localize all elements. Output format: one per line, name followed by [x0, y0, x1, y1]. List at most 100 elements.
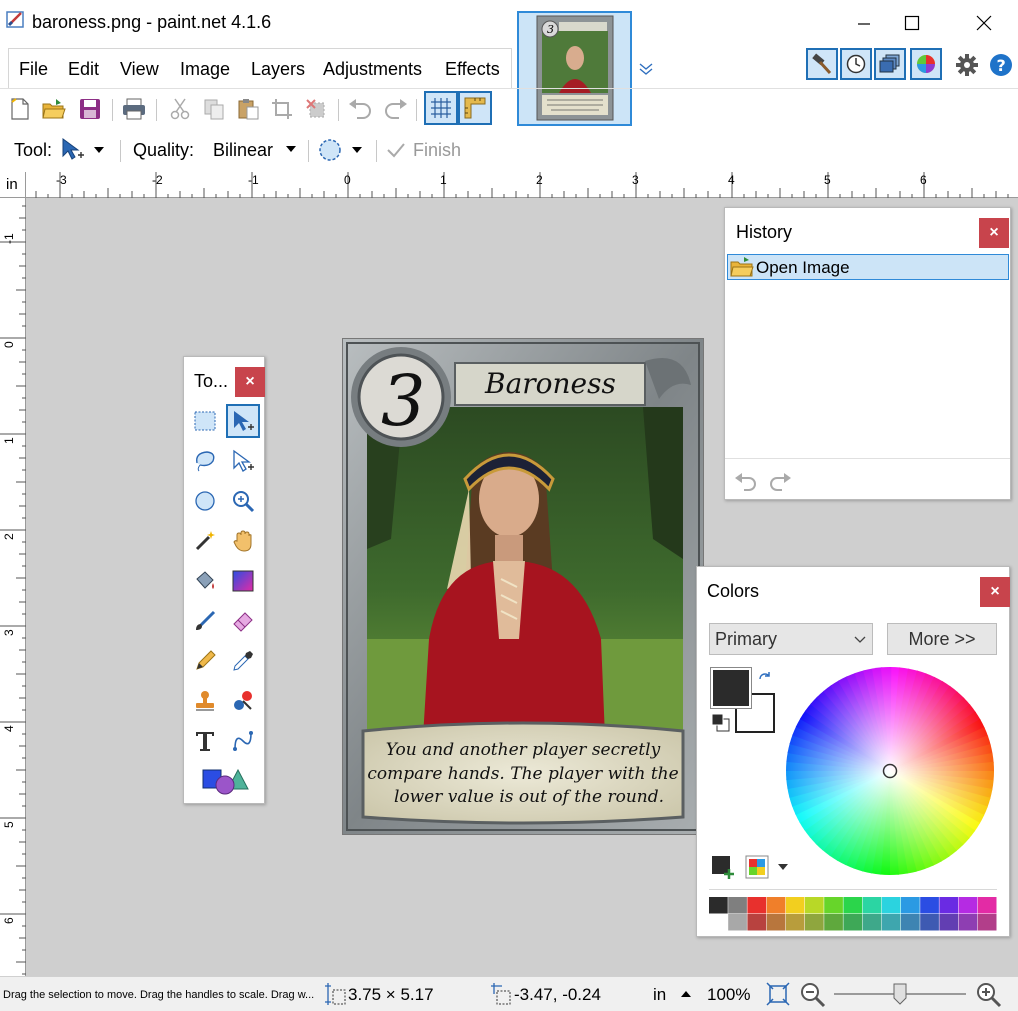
palette-swatch[interactable] — [958, 897, 978, 914]
shapes-tool[interactable] — [198, 764, 252, 798]
primary-secondary-selector[interactable]: Primary — [709, 623, 873, 655]
palette-swatch[interactable] — [824, 914, 843, 931]
menu-view[interactable]: View — [120, 59, 159, 80]
new-image-button[interactable] — [6, 95, 34, 123]
maximize-button[interactable] — [890, 6, 934, 40]
history-redo-icon[interactable] — [767, 472, 793, 492]
palette-swatch[interactable] — [939, 897, 959, 914]
settings-button[interactable] — [954, 52, 980, 78]
palette-swatch[interactable] — [785, 897, 805, 914]
baroness-card-image[interactable]: 3 Baroness You and another player secret… — [342, 338, 704, 835]
palette-swatch[interactable] — [977, 897, 997, 914]
swap-colors-icon[interactable] — [757, 671, 773, 687]
palette-swatch[interactable] — [728, 914, 747, 931]
pencil-tool[interactable] — [188, 644, 222, 678]
zoom-out-icon[interactable] — [800, 982, 826, 1008]
crop-to-selection-button[interactable] — [268, 95, 296, 123]
palette-swatch[interactable] — [709, 897, 728, 914]
tools-panel-toggle[interactable] — [806, 48, 838, 80]
quality-dropdown[interactable]: Bilinear — [213, 140, 273, 161]
paintbrush-tool[interactable] — [188, 604, 222, 638]
move-selected-pixels-tool[interactable] — [226, 404, 260, 438]
zoom-slider-thumb[interactable] — [892, 983, 908, 1005]
finish-button[interactable]: Finish — [413, 140, 461, 161]
palette-swatch[interactable] — [881, 897, 901, 914]
cut-button[interactable] — [166, 95, 194, 123]
palette-swatch[interactable] — [843, 914, 863, 931]
palette-swatch[interactable] — [977, 914, 997, 931]
close-button[interactable] — [962, 6, 1006, 40]
deselect-button[interactable] — [302, 95, 330, 123]
history-panel-toggle[interactable] — [840, 48, 872, 80]
palette-swatch[interactable] — [920, 914, 939, 931]
colors-panel-close-button[interactable]: × — [980, 577, 1010, 607]
print-button[interactable] — [120, 95, 148, 123]
menu-effects[interactable]: Effects — [445, 59, 500, 80]
rectangle-select-tool[interactable] — [188, 404, 222, 438]
palette-swatch[interactable] — [958, 914, 978, 931]
palette-swatch[interactable] — [862, 914, 882, 931]
palette-swatch[interactable] — [805, 897, 824, 914]
history-item-open-image[interactable]: Open Image — [727, 254, 1009, 280]
move-selection-tool[interactable] — [226, 444, 260, 478]
copy-button[interactable] — [200, 95, 228, 123]
layers-panel-toggle[interactable] — [874, 48, 906, 80]
paint-bucket-tool[interactable] — [188, 564, 222, 598]
history-panel-close-button[interactable]: × — [979, 218, 1009, 248]
open-button[interactable] — [40, 95, 68, 123]
antialiasing-dropdown[interactable] — [316, 136, 366, 164]
palette-swatch[interactable] — [747, 897, 767, 914]
undo-button[interactable] — [346, 95, 374, 123]
redo-button[interactable] — [382, 95, 410, 123]
palette-menu-icon[interactable] — [745, 855, 769, 879]
gradient-tool[interactable] — [226, 564, 260, 598]
palette-swatch[interactable] — [901, 897, 920, 914]
tools-panel-close-button[interactable]: × — [235, 367, 265, 397]
palette-swatch[interactable] — [728, 897, 747, 914]
palette-swatch[interactable] — [766, 914, 786, 931]
zoom-to-window-icon[interactable] — [766, 982, 790, 1006]
palette-swatch[interactable] — [843, 897, 863, 914]
chevron-down-icon[interactable] — [284, 144, 298, 154]
chevron-up-icon[interactable] — [680, 989, 692, 998]
chevron-down-icon[interactable] — [638, 60, 654, 76]
pan-tool[interactable] — [226, 524, 260, 558]
palette-swatch[interactable] — [881, 914, 901, 931]
primary-color-swatch[interactable] — [710, 667, 752, 709]
recolor-tool[interactable] — [226, 684, 260, 718]
color-palette[interactable] — [709, 897, 997, 933]
reset-colors-icon[interactable] — [711, 713, 731, 733]
add-to-palette-icon[interactable] — [711, 855, 737, 879]
menu-adjustments[interactable]: Adjustments — [323, 59, 422, 80]
color-picker-tool[interactable] — [226, 644, 260, 678]
palette-swatch[interactable] — [920, 897, 939, 914]
magic-wand-tool[interactable] — [188, 524, 222, 558]
menu-layers[interactable]: Layers — [251, 59, 305, 80]
clone-stamp-tool[interactable] — [188, 684, 222, 718]
tool-selector-dropdown[interactable] — [60, 136, 110, 164]
lasso-select-tool[interactable] — [188, 444, 222, 478]
paste-button[interactable] — [234, 95, 262, 123]
menu-edit[interactable]: Edit — [68, 59, 99, 80]
palette-swatch[interactable] — [901, 914, 920, 931]
text-tool[interactable] — [188, 724, 222, 758]
palette-swatch[interactable] — [747, 914, 767, 931]
palette-swatch[interactable] — [766, 897, 786, 914]
pixel-grid-toggle[interactable] — [424, 91, 458, 125]
more-colors-button[interactable]: More >> — [887, 623, 997, 655]
palette-swatch[interactable] — [709, 914, 728, 931]
menu-image[interactable]: Image — [180, 59, 230, 80]
line-curve-tool[interactable] — [226, 724, 260, 758]
zoom-level[interactable]: 100% — [707, 985, 750, 1005]
units-selector[interactable]: in — [653, 985, 666, 1005]
zoom-tool[interactable] — [226, 484, 260, 518]
ellipse-select-tool[interactable] — [188, 484, 222, 518]
palette-swatch[interactable] — [939, 914, 959, 931]
rulers-toggle[interactable] — [458, 91, 492, 125]
palette-swatch[interactable] — [824, 897, 843, 914]
history-undo-icon[interactable] — [733, 472, 759, 492]
minimize-button[interactable] — [842, 6, 886, 40]
eraser-tool[interactable] — [226, 604, 260, 638]
chevron-down-icon[interactable] — [777, 863, 789, 871]
palette-swatch[interactable] — [785, 914, 805, 931]
